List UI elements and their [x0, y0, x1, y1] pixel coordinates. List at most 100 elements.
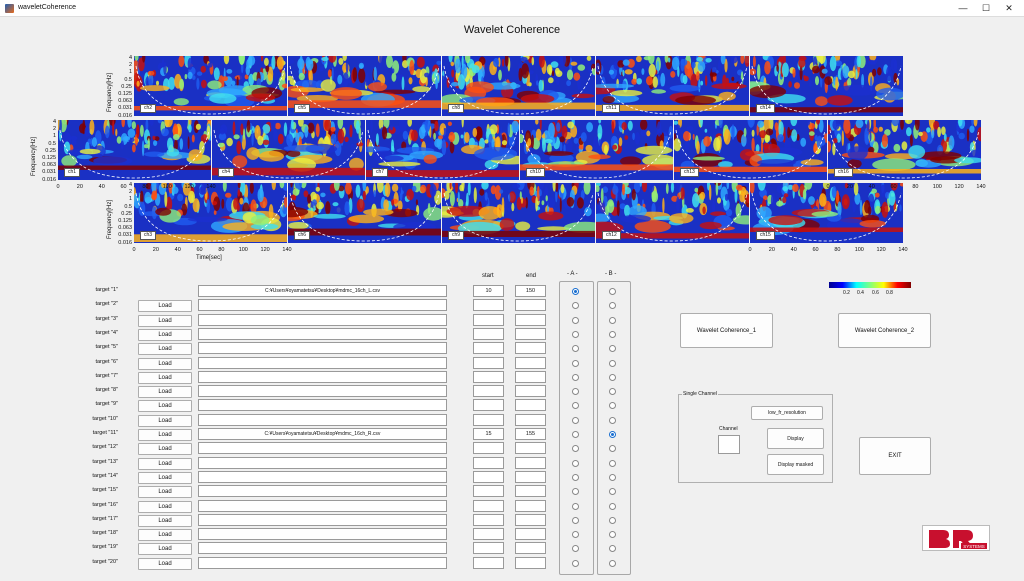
start-field[interactable] [473, 342, 504, 355]
radio-a[interactable] [572, 559, 579, 567]
file-path-field[interactable] [198, 342, 447, 355]
load-button[interactable]: Load [138, 343, 192, 356]
end-field[interactable]: 150 [515, 285, 546, 297]
load-button[interactable]: Load [138, 457, 192, 470]
radio-b[interactable] [609, 516, 616, 524]
radio-b[interactable] [609, 431, 616, 438]
end-field[interactable] [515, 342, 546, 355]
start-field[interactable]: 10 [473, 285, 504, 297]
radio-a[interactable] [572, 373, 579, 381]
radio-b[interactable] [609, 316, 616, 324]
radio-b[interactable] [609, 288, 616, 295]
radio-a[interactable] [572, 516, 579, 524]
file-path-field[interactable]: C:¥Users¥oyamatetsu¥Desktop¥mdmc_16ch_L.… [198, 285, 447, 297]
load-button[interactable]: Load [138, 429, 192, 441]
start-field[interactable] [473, 327, 504, 340]
start-field[interactable] [473, 513, 504, 526]
low-fr-resolution-button[interactable]: low_fr_resolution [751, 406, 823, 420]
file-path-field[interactable] [198, 470, 447, 483]
radio-b[interactable] [609, 473, 616, 481]
start-field[interactable] [473, 356, 504, 369]
start-field[interactable] [473, 456, 504, 469]
start-field[interactable] [473, 313, 504, 326]
radio-b[interactable] [609, 559, 616, 567]
end-field[interactable] [515, 470, 546, 483]
file-path-field[interactable] [198, 327, 447, 340]
file-path-field[interactable]: C:¥Users¥oyamatetsu¥Desktop¥mdmc_16ch_R.… [198, 428, 447, 440]
start-field[interactable] [473, 399, 504, 412]
close-button[interactable]: ✕ [998, 2, 1020, 15]
file-path-field[interactable] [198, 499, 447, 512]
start-field[interactable] [473, 299, 504, 312]
end-field[interactable] [515, 456, 546, 469]
wavelet-coherence-1-button[interactable]: Wavelet Coherence_1 [680, 313, 773, 348]
file-path-field[interactable] [198, 456, 447, 469]
end-field[interactable] [515, 299, 546, 312]
file-path-field[interactable] [198, 442, 447, 455]
file-path-field[interactable] [198, 542, 447, 555]
start-field[interactable] [473, 385, 504, 398]
display-button[interactable]: Display [767, 428, 824, 449]
file-path-field[interactable] [198, 370, 447, 383]
load-button[interactable]: Load [138, 357, 192, 370]
end-field[interactable] [515, 528, 546, 541]
end-field[interactable] [515, 499, 546, 512]
load-button[interactable]: Load [138, 443, 192, 456]
minimize-button[interactable]: — [952, 2, 974, 15]
load-button[interactable]: Load [138, 557, 192, 570]
radio-a[interactable] [572, 359, 579, 367]
load-button[interactable]: Load [138, 543, 192, 556]
end-field[interactable] [515, 413, 546, 426]
load-button[interactable]: Load [138, 328, 192, 341]
start-field[interactable] [473, 542, 504, 555]
end-field[interactable] [515, 327, 546, 340]
file-path-field[interactable] [198, 513, 447, 526]
radio-a[interactable] [572, 416, 579, 424]
load-button[interactable]: Load [138, 400, 192, 413]
radio-b[interactable] [609, 330, 616, 338]
load-button[interactable]: Load [138, 314, 192, 327]
end-field[interactable] [515, 385, 546, 398]
load-button[interactable]: Load [138, 486, 192, 499]
radio-a[interactable] [572, 473, 579, 481]
load-button[interactable]: Load [138, 529, 192, 542]
exit-button[interactable]: EXIT [859, 437, 931, 475]
end-field[interactable] [515, 556, 546, 569]
radio-a[interactable] [572, 431, 579, 438]
start-field[interactable] [473, 485, 504, 498]
load-button[interactable]: Load [138, 514, 192, 527]
end-field[interactable] [515, 370, 546, 383]
start-field[interactable] [473, 556, 504, 569]
radio-a[interactable] [572, 459, 579, 467]
start-field[interactable] [473, 413, 504, 426]
radio-b[interactable] [609, 502, 616, 510]
radio-b[interactable] [609, 373, 616, 381]
radio-a[interactable] [572, 316, 579, 324]
load-button[interactable]: Load [138, 300, 192, 313]
wavelet-coherence-2-button[interactable]: Wavelet Coherence_2 [838, 313, 931, 348]
file-path-field[interactable] [198, 299, 447, 312]
end-field[interactable]: 155 [515, 428, 546, 440]
end-field[interactable] [515, 313, 546, 326]
radio-b[interactable] [609, 459, 616, 467]
start-field[interactable] [473, 499, 504, 512]
radio-a[interactable] [572, 330, 579, 338]
file-path-field[interactable] [198, 385, 447, 398]
end-field[interactable] [515, 513, 546, 526]
file-path-field[interactable] [198, 485, 447, 498]
radio-a[interactable] [572, 502, 579, 510]
load-button[interactable]: Load [138, 386, 192, 399]
load-button[interactable]: Load [138, 371, 192, 384]
file-path-field[interactable] [198, 356, 447, 369]
display-masked-button[interactable]: Display masked [767, 454, 824, 475]
load-button[interactable]: Load [138, 414, 192, 427]
maximize-button[interactable]: ☐ [975, 2, 997, 15]
radio-a[interactable] [572, 288, 579, 295]
radio-b[interactable] [609, 359, 616, 367]
load-button[interactable]: Load [138, 471, 192, 484]
start-field[interactable]: 15 [473, 428, 504, 440]
file-path-field[interactable] [198, 556, 447, 569]
start-field[interactable] [473, 470, 504, 483]
file-path-field[interactable] [198, 413, 447, 426]
end-field[interactable] [515, 399, 546, 412]
